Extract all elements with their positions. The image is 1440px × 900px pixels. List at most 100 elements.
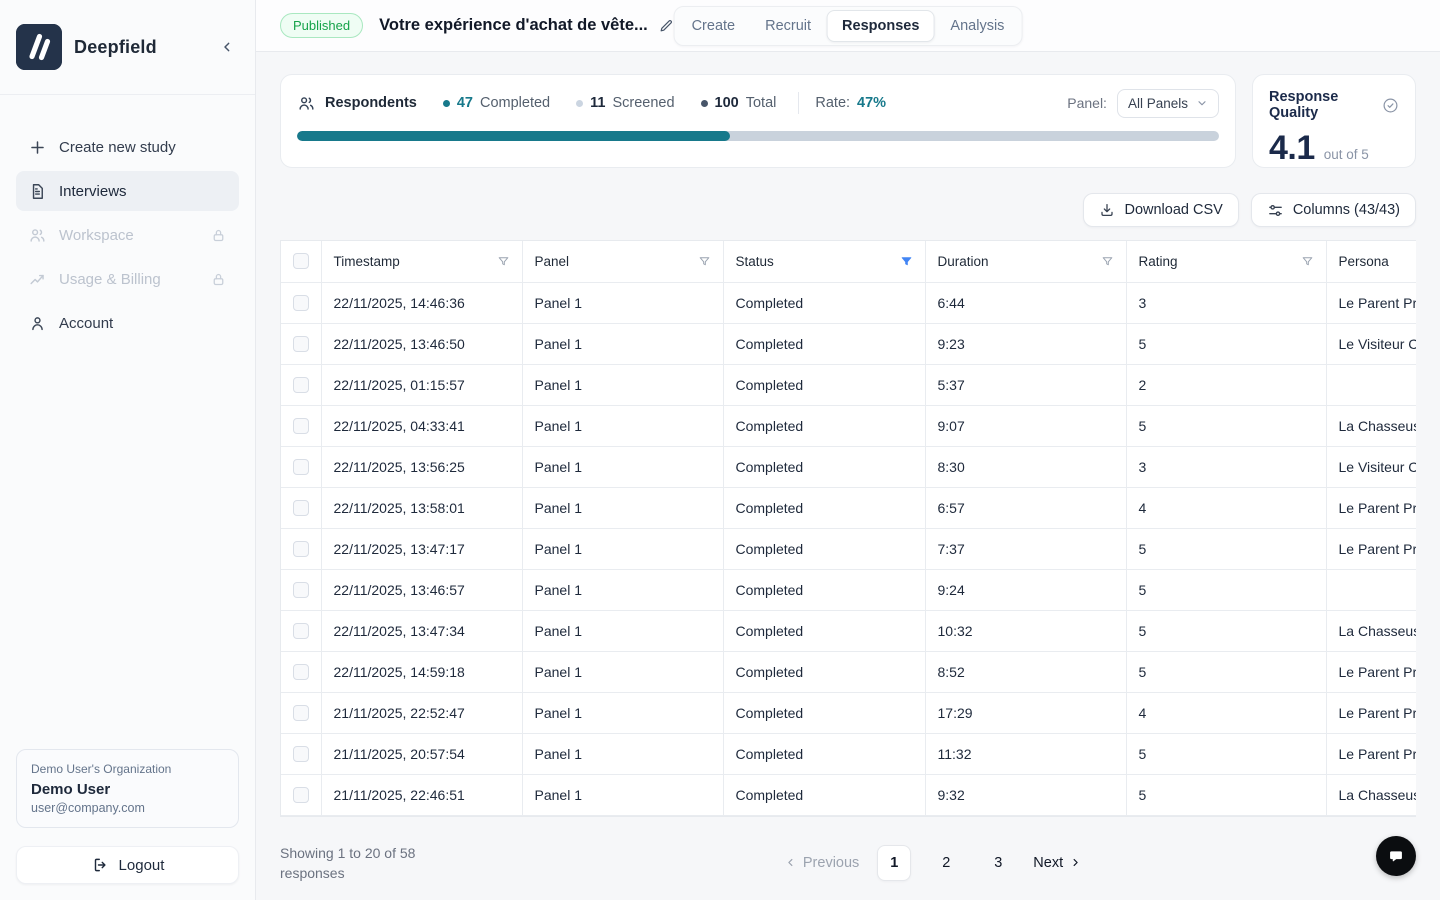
table-row[interactable]: 22/11/2025, 14:59:18 Panel 1 Completed 8… [281,651,1416,693]
logout-icon [91,856,109,874]
cell-panel: Panel 1 [522,446,724,488]
cell-duration: 9:07 [925,405,1127,447]
table-footer: Showing 1 to 20 of 58 responses Previous… [280,843,1416,883]
page-title: Votre expérience d'achat de vête... [379,16,648,34]
table-row[interactable]: 21/11/2025, 22:52:47 Panel 1 Completed 1… [281,692,1416,734]
table-row[interactable]: 22/11/2025, 04:33:41 Panel 1 Completed 9… [281,405,1416,447]
column-label: Duration [937,253,989,269]
cell-rating: 5 [1126,405,1327,447]
cell-persona: Le Parent Pr [1326,282,1416,324]
logout-button[interactable]: Logout [16,846,239,884]
select-all-checkbox[interactable] [292,253,309,270]
sidebar-item-workspace[interactable]: Workspace [16,215,239,255]
table-row[interactable]: 21/11/2025, 20:57:54 Panel 1 Completed 1… [281,733,1416,775]
page-button-2[interactable]: 2 [929,845,963,881]
divider [798,92,800,114]
table-row[interactable]: 22/11/2025, 14:46:36 Panel 1 Completed 6… [281,282,1416,324]
cell-duration: 6:57 [925,487,1127,529]
tab-recruit[interactable]: Recruit [751,11,825,41]
plus-icon [28,138,47,157]
sidebar-item-account[interactable]: Account [16,303,239,343]
filter-icon-duration[interactable] [1101,255,1114,268]
row-checkbox[interactable] [292,336,309,353]
row-select-cell [281,569,322,611]
sidebar-item-label: Account [59,314,114,332]
row-checkbox[interactable] [292,664,309,681]
row-checkbox[interactable] [292,623,309,640]
table-row[interactable]: 22/11/2025, 13:47:17 Panel 1 Completed 7… [281,528,1416,570]
row-checkbox[interactable] [292,459,309,476]
sidebar-collapse-button[interactable] [213,33,241,61]
column-label: Rating [1138,253,1178,269]
sidebar-item-interviews[interactable]: Interviews [16,171,239,211]
document-icon [28,182,47,201]
tab-create[interactable]: Create [678,11,750,41]
columns-button[interactable]: Columns (43/43) [1250,193,1416,227]
filter-icon-panel[interactable] [698,255,711,268]
table-row[interactable]: 22/11/2025, 13:58:01 Panel 1 Completed 6… [281,487,1416,529]
cell-persona: Le Visiteur C [1326,323,1416,365]
page-button-3[interactable]: 3 [981,845,1015,881]
cell-duration: 9:23 [925,323,1127,365]
next-page-button[interactable]: Next [1033,855,1082,871]
cell-duration: 8:30 [925,446,1127,488]
stat-completed: 47 Completed [442,95,550,111]
tab-analysis[interactable]: Analysis [936,11,1018,41]
row-checkbox[interactable] [292,582,309,599]
chat-widget-button[interactable] [1376,836,1416,876]
cell-timestamp: 22/11/2025, 13:46:57 [321,569,523,611]
row-select-cell [281,692,322,734]
cell-status: Completed [723,487,926,529]
cell-timestamp: 21/11/2025, 22:52:47 [321,692,523,734]
row-checkbox[interactable] [292,500,309,517]
completion-progress-fill [297,131,731,141]
row-select-cell [281,774,322,816]
row-checkbox[interactable] [292,746,309,763]
filter-icon-status-active[interactable] [900,255,913,268]
table-row[interactable]: 22/11/2025, 13:46:57 Panel 1 Completed 9… [281,569,1416,611]
deepfield-logo-icon [16,24,62,70]
response-quality-card: Response Quality 4.1 out of 5 [1252,74,1416,168]
table-row[interactable]: 22/11/2025, 13:56:25 Panel 1 Completed 8… [281,446,1416,488]
cell-timestamp: 22/11/2025, 13:47:17 [321,528,523,570]
results-summary-line1: Showing 1 to 20 of 58 [280,844,416,861]
sliders-icon [1267,202,1284,219]
cell-persona: Le Parent Pr [1326,487,1416,529]
rate-label: Rate: [815,95,851,111]
edit-title-button[interactable] [658,17,675,34]
filter-icon-timestamp[interactable] [497,255,510,268]
pagination: Previous 1 2 3 Next [450,844,1416,881]
rate-value: 47% [857,95,887,111]
previous-page-button[interactable]: Previous [784,855,859,871]
row-checkbox[interactable] [292,377,309,394]
table-row[interactable]: 22/11/2025, 13:46:50 Panel 1 Completed 9… [281,323,1416,365]
study-tab-group: Create Recruit Responses Analysis [673,6,1023,46]
page-button-1[interactable]: 1 [877,844,912,881]
stat-total: 100 Total [700,95,776,111]
screened-dot-icon [576,99,584,107]
filter-icon-rating[interactable] [1301,255,1314,268]
cell-timestamp: 22/11/2025, 13:46:50 [321,323,523,365]
cell-duration: 10:32 [925,610,1127,652]
cell-rating: 5 [1126,733,1327,775]
download-csv-button[interactable]: Download CSV [1083,193,1239,227]
row-checkbox[interactable] [292,295,309,312]
next-label: Next [1033,854,1064,871]
cell-rating: 4 [1126,692,1327,734]
column-header-status: Status [723,241,926,283]
screened-value: 11 [590,95,606,111]
table-row[interactable]: 22/11/2025, 01:15:57 Panel 1 Completed 5… [281,364,1416,406]
cell-rating: 5 [1126,323,1327,365]
cell-duration: 9:32 [925,774,1127,816]
table-row[interactable]: 21/11/2025, 22:46:51 Panel 1 Completed 9… [281,774,1416,816]
panel-select[interactable]: All Panels [1116,88,1219,118]
row-checkbox[interactable] [292,418,309,435]
row-checkbox[interactable] [292,787,309,804]
tab-responses[interactable]: Responses [827,10,935,42]
row-checkbox[interactable] [292,541,309,558]
sidebar-item-usage-billing[interactable]: Usage & Billing [16,259,239,299]
sidebar-item-create-new-study[interactable]: Create new study [16,127,239,167]
cell-panel: Panel 1 [522,733,724,775]
table-row[interactable]: 22/11/2025, 13:47:34 Panel 1 Completed 1… [281,610,1416,652]
row-checkbox[interactable] [292,705,309,722]
